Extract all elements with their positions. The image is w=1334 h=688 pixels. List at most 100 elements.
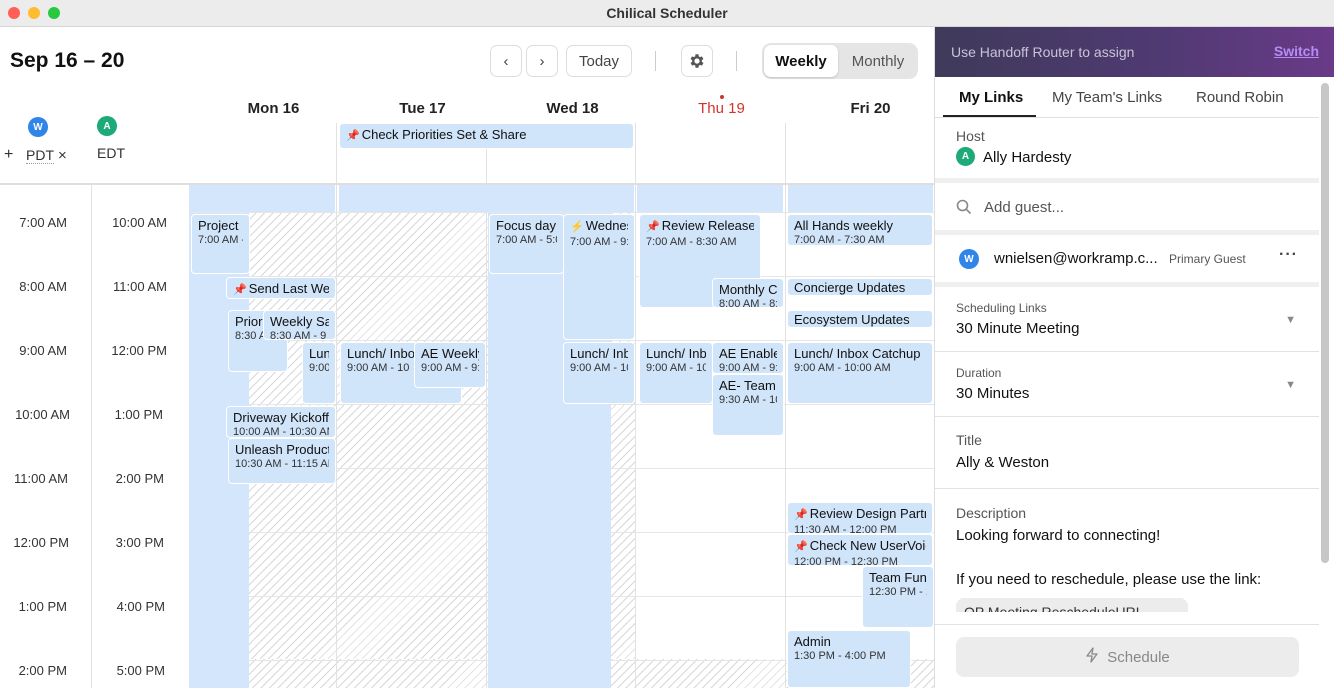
window-title: Chilical Scheduler xyxy=(606,5,728,21)
tab-divider xyxy=(935,117,1319,118)
tab-round-robin[interactable]: Round Robin xyxy=(1196,89,1284,106)
tab-my-teams-links[interactable]: My Team's Links xyxy=(1052,89,1162,106)
calendar-event[interactable]: Project Fo7:00 AM - 1 xyxy=(191,214,250,274)
busy-block xyxy=(189,185,335,212)
calendar-event[interactable]: Lunch/ Inbo9:00 AM - 10 xyxy=(563,342,635,404)
guest-avatar: W xyxy=(959,249,979,269)
schedule-button[interactable]: Schedule xyxy=(956,637,1299,677)
calendar-view: Sep 16 – 20 ‹ › Today Weekly Monthly W A… xyxy=(0,27,934,688)
reschedule-url-chip[interactable]: OP Meeting RescheduleURL xyxy=(956,598,1188,612)
pin-icon: 📌 xyxy=(794,509,808,521)
description-line-2[interactable]: If you need to reschedule, please use th… xyxy=(956,571,1261,588)
time-label: 11:00 AM xyxy=(14,471,68,486)
time-label: 5:00 PM xyxy=(116,663,165,678)
today-button[interactable]: Today xyxy=(566,45,632,77)
time-label: 7:00 AM xyxy=(19,215,67,230)
calendar-event[interactable]: 📌Check New UserVoice12:00 PM - 12:30 PM xyxy=(787,534,933,566)
day-header-fri: Fri 20 xyxy=(850,100,891,117)
calendar-event[interactable]: Driveway Kickoff! 10:00 AM - 10:30 AM xyxy=(226,406,336,438)
timezone-label-edt: EDT xyxy=(97,145,125,161)
weekly-view-button[interactable]: Weekly xyxy=(764,45,838,77)
time-label: 4:00 PM xyxy=(116,599,165,614)
calendar-event[interactable]: Focus day 7:00 AM - 5:0 xyxy=(489,214,564,274)
calendar-event[interactable]: ⚡Wednes7:00 AM - 9:0 xyxy=(563,214,635,340)
chevron-right-icon: › xyxy=(539,52,545,70)
calendar-event[interactable]: Lunch/ Inbox Catchup 9:00 AM - 10:00 AM xyxy=(787,342,933,404)
time-label: 8:00 AM xyxy=(19,279,67,294)
add-timezone-button[interactable]: + xyxy=(4,146,13,164)
section-divider xyxy=(935,624,1319,625)
busy-block xyxy=(788,185,933,212)
section-divider xyxy=(935,351,1319,352)
calendar-event[interactable]: AE Enablem9:00 AM - 9:3 xyxy=(712,342,784,374)
more-horizontal-icon[interactable]: ··· xyxy=(1279,246,1298,264)
description-line-1[interactable]: Looking forward to connecting! xyxy=(956,527,1160,544)
scheduling-links-label: Scheduling Links xyxy=(956,301,1047,315)
calendar-event[interactable]: 📌Send Last Week xyxy=(226,277,336,299)
title-field[interactable]: Ally & Weston xyxy=(956,454,1049,471)
duration-label: Duration xyxy=(956,366,1002,380)
calendar-event[interactable]: Weekly Sa 8:30 AM - 9 xyxy=(263,310,336,340)
next-week-button[interactable]: › xyxy=(526,45,558,77)
handoff-banner: Use Handoff Router to assign Switch xyxy=(935,27,1334,77)
settings-button[interactable] xyxy=(681,45,713,77)
time-label: 11:00 AM xyxy=(113,279,167,294)
calendar-event[interactable]: Unleash Product F10:30 AM - 11:15 AM xyxy=(228,438,336,484)
timezone-label-pdt[interactable]: PDT xyxy=(26,147,54,164)
tab-my-links[interactable]: My Links xyxy=(959,89,1023,106)
time-label: 2:00 PM xyxy=(18,663,67,678)
add-guest-input[interactable]: Add guest... xyxy=(984,199,1064,216)
pin-icon: 📌 xyxy=(794,541,808,553)
calendar-event[interactable]: AE Weekly9:00 AM - 9:4 xyxy=(414,342,486,388)
all-day-event[interactable]: 📌 Check Priorities Set & Share xyxy=(339,123,634,149)
view-toggle: Weekly Monthly xyxy=(762,43,918,79)
calendar-event[interactable]: All Hands weekly 7:00 AM - 7:30 AM xyxy=(787,214,933,246)
calendar-event[interactable]: 📌 Review Design Partne 11:30 AM - 12:00 PM xyxy=(787,502,933,534)
gear-icon xyxy=(690,54,704,68)
calendar-event[interactable]: AE- Team T9:30 AM - 10 xyxy=(712,374,784,436)
section-gap xyxy=(935,230,1319,235)
calendar-event[interactable]: Concierge Updates xyxy=(787,278,933,296)
time-label: 1:00 PM xyxy=(18,599,67,614)
panel-scrollbar[interactable] xyxy=(1321,83,1329,563)
host-label: Host xyxy=(956,128,985,144)
guest-email: wnielsen@workramp.c... xyxy=(994,250,1158,267)
day-header-mon: Mon 16 xyxy=(247,100,300,117)
column-divider xyxy=(635,185,636,688)
lightning-icon xyxy=(1085,647,1099,667)
handoff-banner-text: Use Handoff Router to assign xyxy=(951,44,1135,60)
toolbar-divider xyxy=(736,51,737,71)
calendar-event[interactable]: Ecosystem Updates xyxy=(787,310,933,328)
calendar-event[interactable]: Admin 1:30 PM - 4:00 PM xyxy=(787,630,911,688)
calendar-event[interactable]: Team Fun T12:30 PM - 1 xyxy=(862,566,934,628)
duration-select[interactable]: 30 Minutes xyxy=(956,385,1029,402)
chevron-down-icon[interactable]: ▼ xyxy=(1285,314,1296,326)
time-label: 2:00 PM xyxy=(115,471,164,486)
pin-icon: 📌 xyxy=(346,130,360,142)
day-header-tue: Tue 17 xyxy=(399,100,446,117)
timezone-avatar-pdt: W xyxy=(28,117,48,137)
calendar-event[interactable]: Monthly Co8:00 AM - 8: xyxy=(712,278,784,308)
lightning-icon: ⚡ xyxy=(570,221,584,233)
column-divider xyxy=(336,185,337,688)
time-label: 3:00 PM xyxy=(115,535,164,550)
reschedule-url-chip-label: OP Meeting RescheduleURL xyxy=(964,604,1144,612)
remove-timezone-button[interactable]: × xyxy=(58,147,67,164)
time-label: 10:00 AM xyxy=(112,215,167,230)
day-header-wed: Wed 18 xyxy=(546,100,599,117)
scheduling-links-select[interactable]: 30 Minute Meeting xyxy=(956,320,1079,337)
previous-week-button[interactable]: ‹ xyxy=(490,45,522,77)
chevron-down-icon[interactable]: ▼ xyxy=(1285,379,1296,391)
pin-icon: 📌 xyxy=(233,284,247,296)
chevron-left-icon: ‹ xyxy=(503,52,509,70)
host-name: Ally Hardesty xyxy=(983,149,1072,166)
timezone-avatar-edt: A xyxy=(97,116,117,136)
calendar-event[interactable]: Lunc9:00 / xyxy=(302,342,336,404)
monthly-view-button[interactable]: Monthly xyxy=(840,45,916,77)
calendar-event[interactable]: Lunch/ Inbo9:00 AM - 10 xyxy=(639,342,713,404)
pin-icon: 📌 xyxy=(646,221,660,233)
date-range-title: Sep 16 – 20 xyxy=(10,49,125,72)
section-divider xyxy=(935,416,1319,417)
switch-link[interactable]: Switch xyxy=(1274,43,1319,59)
window-title-bar: Chilical Scheduler xyxy=(0,0,1334,27)
